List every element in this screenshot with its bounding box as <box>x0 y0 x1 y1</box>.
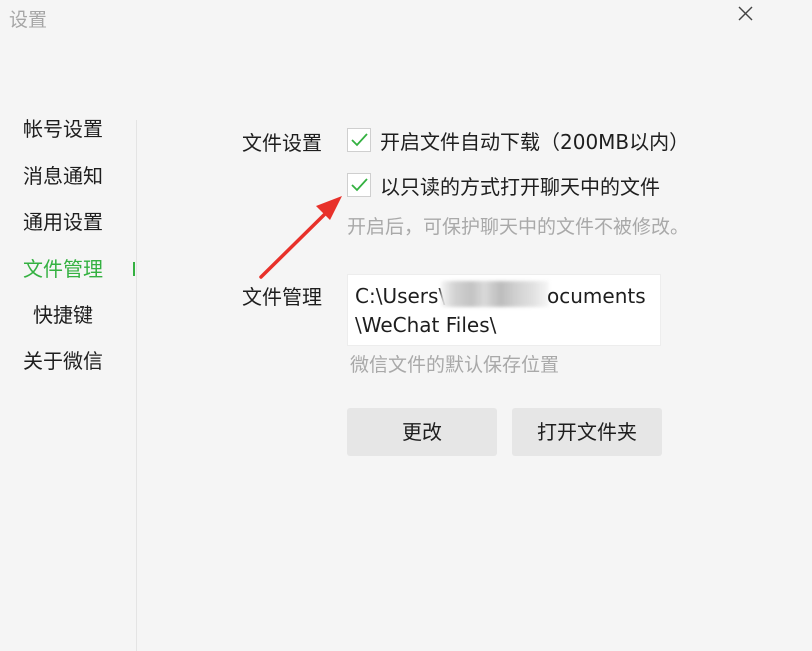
auto-download-label: 开启文件自动下载（200MB以内） <box>380 130 690 154</box>
check-icon <box>351 133 368 147</box>
sidebar-item-notifications[interactable]: 消息通知 <box>0 159 136 193</box>
save-path-line1: C:\Users\ <box>355 284 446 308</box>
sidebar-item-shortcuts[interactable]: 快捷键 <box>0 298 136 332</box>
sidebar-item-about[interactable]: 关于微信 <box>0 344 136 378</box>
save-path-hint: 微信文件的默认保存位置 <box>350 354 560 376</box>
save-path-line1-tail: ocuments <box>547 284 646 308</box>
file-management-label: 文件管理 <box>242 285 322 309</box>
checkbox-box[interactable] <box>347 128 371 152</box>
sidebar-item-label: 帐号设置 <box>23 117 103 141</box>
sidebar-item-file-management[interactable]: 文件管理 <box>0 252 136 286</box>
active-indicator <box>133 262 135 276</box>
sidebar-divider <box>136 120 137 651</box>
redacted-username <box>441 281 549 307</box>
check-icon <box>351 178 368 192</box>
sidebar-item-account[interactable]: 帐号设置 <box>0 112 136 146</box>
checkbox-box[interactable] <box>347 173 371 197</box>
sidebar-item-label: 快捷键 <box>33 303 93 327</box>
sidebar-item-label: 关于微信 <box>23 349 103 373</box>
sidebar-item-label: 消息通知 <box>23 164 103 188</box>
sidebar-item-label: 通用设置 <box>23 210 103 234</box>
sidebar-item-label: 文件管理 <box>23 257 103 281</box>
save-path-line2: \WeChat Files\ <box>355 313 497 337</box>
close-button[interactable] <box>729 0 763 26</box>
file-settings-label: 文件设置 <box>242 131 322 155</box>
close-icon <box>738 6 753 21</box>
read-only-label: 以只读的方式打开聊天中的文件 <box>380 175 660 199</box>
read-only-hint: 开启后，可保护聊天中的文件不被修改。 <box>347 216 690 238</box>
sidebar-item-general[interactable]: 通用设置 <box>0 205 136 239</box>
change-button[interactable]: 更改 <box>347 408 497 456</box>
open-folder-button[interactable]: 打开文件夹 <box>512 408 662 456</box>
sidebar: 帐号设置 消息通知 通用设置 文件管理 快捷键 关于微信 <box>0 0 137 651</box>
save-path-field[interactable]: C:\Users\ ocuments \WeChat Files\ <box>347 274 661 346</box>
